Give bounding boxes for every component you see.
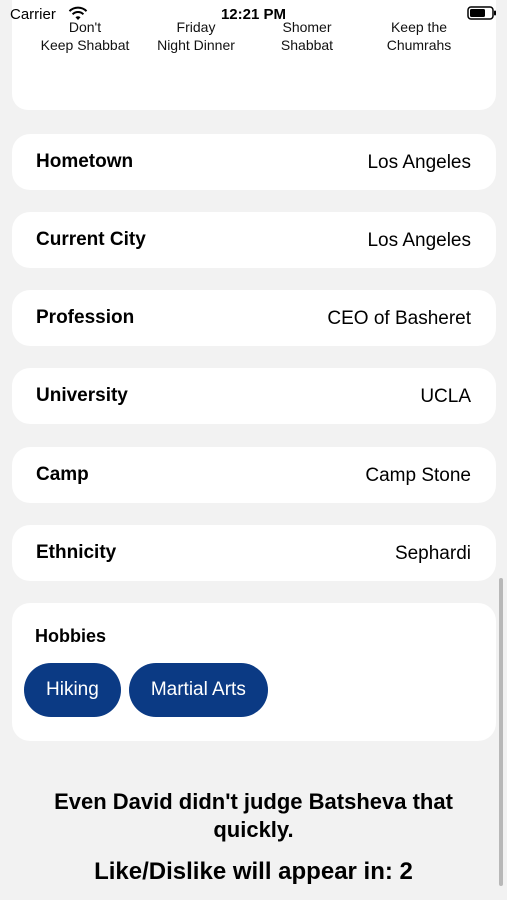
profession-label: Profession: [36, 307, 135, 328]
hobbies-card: Hobbies Hiking Martial Arts: [12, 603, 496, 741]
scrollbar[interactable]: [499, 578, 503, 886]
university-value: UCLA: [420, 386, 471, 407]
university-label: University: [36, 385, 128, 406]
camp-value: Camp Stone: [365, 465, 471, 486]
ethnicity-label: Ethnicity: [36, 542, 117, 563]
ethnicity-value: Sephardi: [394, 543, 471, 564]
hometown-row: Hometown Los Angeles: [12, 134, 496, 190]
hobby-chip-martial-arts[interactable]: Martial Arts: [128, 663, 268, 717]
hobby-chip-hiking[interactable]: Hiking: [24, 663, 121, 717]
clock: 12:21 PM: [220, 6, 287, 23]
hometown-value: Los Angeles: [367, 152, 471, 173]
hometown-label: Hometown: [36, 151, 134, 172]
current-city-label: Current City: [36, 229, 146, 250]
quote-text: Even David didn't judge Batsheva that qu…: [54, 789, 453, 842]
camp-row: Camp Camp Stone: [12, 447, 496, 503]
ethnicity-row: Ethnicity Sephardi: [12, 525, 496, 581]
profession-row: Profession CEO of Basheret: [12, 290, 496, 346]
hobbies-title: Hobbies: [35, 626, 107, 646]
camp-label: Camp: [36, 464, 89, 485]
like-dislike-countdown: Like/Dislike will appear in: 2: [94, 858, 413, 885]
current-city-value: Los Angeles: [367, 230, 471, 251]
current-city-row: Current City Los Angeles: [12, 212, 496, 268]
status-bar: Carrier 12:21 PM: [0, 0, 507, 28]
profession-value: CEO of Basheret: [327, 308, 471, 329]
university-row: University UCLA: [12, 368, 496, 424]
hobby-chips: Hiking Martial Arts: [24, 663, 276, 717]
battery-icon: [467, 6, 496, 20]
